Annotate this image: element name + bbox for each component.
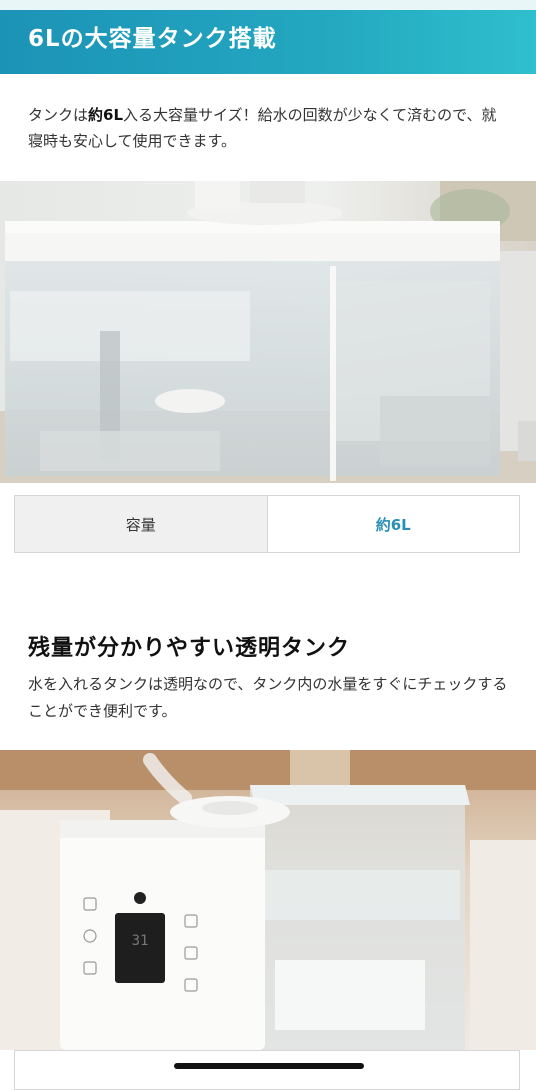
- humidifier-photo: 31: [0, 750, 536, 1050]
- section-banner: 6Lの大容量タンク搭載: [0, 10, 536, 74]
- humidifier-display-value: 31: [132, 933, 149, 949]
- intro-text: タンクは約6L入る大容量サイズ！給水の回数が少なくて済むので、就寝時も安心して使…: [28, 102, 508, 154]
- banner-title: 6Lの大容量タンク搭載: [28, 26, 277, 52]
- section2-title: 残量が分かりやすい透明タンク: [28, 636, 351, 661]
- tank-photo: [0, 181, 536, 483]
- spec-table: 容量 約6L: [14, 495, 520, 553]
- next-spec-table: [14, 1050, 520, 1090]
- humidifier-photo-image: 31: [0, 750, 536, 1050]
- top-edge: [0, 0, 536, 10]
- intro-prefix: タンクは: [28, 106, 89, 124]
- spec-label-capacity: 容量: [15, 496, 268, 552]
- section2-description: 水を入れるタンクは透明なので、タンク内の水量をすぐにチェックすることができ便利で…: [28, 675, 508, 720]
- spec-value-capacity: 約6L: [267, 496, 519, 552]
- home-indicator[interactable]: [174, 1063, 364, 1069]
- intro-capacity: 約6L: [88, 106, 124, 124]
- tank-photo-image: [0, 181, 536, 483]
